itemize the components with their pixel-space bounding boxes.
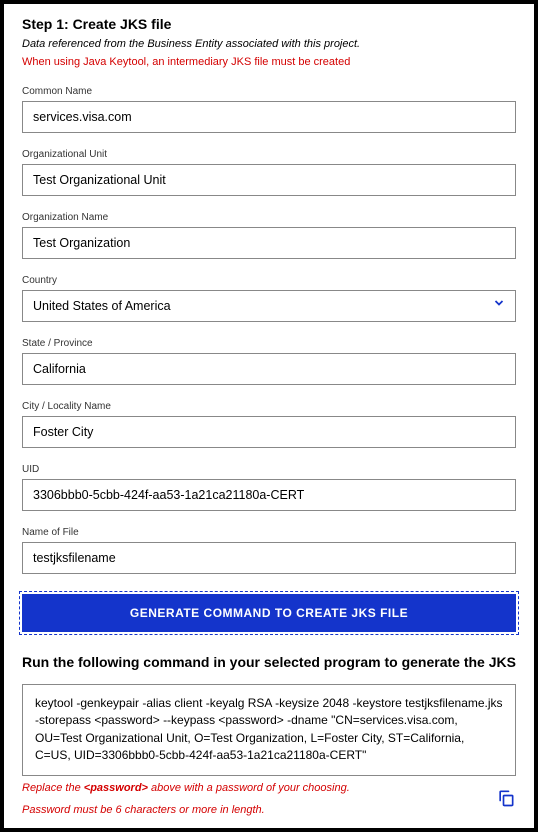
uid-label: UID [22,464,516,475]
common-name-label: Common Name [22,86,516,97]
step-title: Step 1: Create JKS file [22,16,516,32]
city-input[interactable] [22,416,516,448]
country-select[interactable]: United States of America [22,290,516,322]
run-command-title: Run the following command in your select… [22,654,516,670]
state-input[interactable] [22,353,516,385]
filename-input[interactable] [22,542,516,574]
step-warning: When using Java Keytool, an intermediary… [22,56,516,68]
note1-bold: <password> [84,782,148,794]
state-label: State / Province [22,338,516,349]
copy-icon[interactable] [496,788,516,811]
uid-input[interactable] [22,479,516,511]
org-unit-label: Organizational Unit [22,149,516,160]
common-name-input[interactable] [22,101,516,133]
command-output: keytool -genkeypair -alias client -keyal… [22,684,516,776]
step-subtitle: Data referenced from the Business Entity… [22,38,516,50]
note1-suffix: above with a password of your choosing. [148,782,350,794]
city-label: City / Locality Name [22,401,516,412]
filename-label: Name of File [22,527,516,538]
password-replace-note: Replace the <password> above with a pass… [22,782,488,794]
country-label: Country [22,275,516,286]
org-unit-input[interactable] [22,164,516,196]
generate-command-button[interactable]: GENERATE COMMAND TO CREATE JKS FILE [22,594,516,632]
org-name-label: Organization Name [22,212,516,223]
org-name-input[interactable] [22,227,516,259]
password-length-note: Password must be 6 characters or more in… [22,804,488,816]
note1-prefix: Replace the [22,782,84,794]
